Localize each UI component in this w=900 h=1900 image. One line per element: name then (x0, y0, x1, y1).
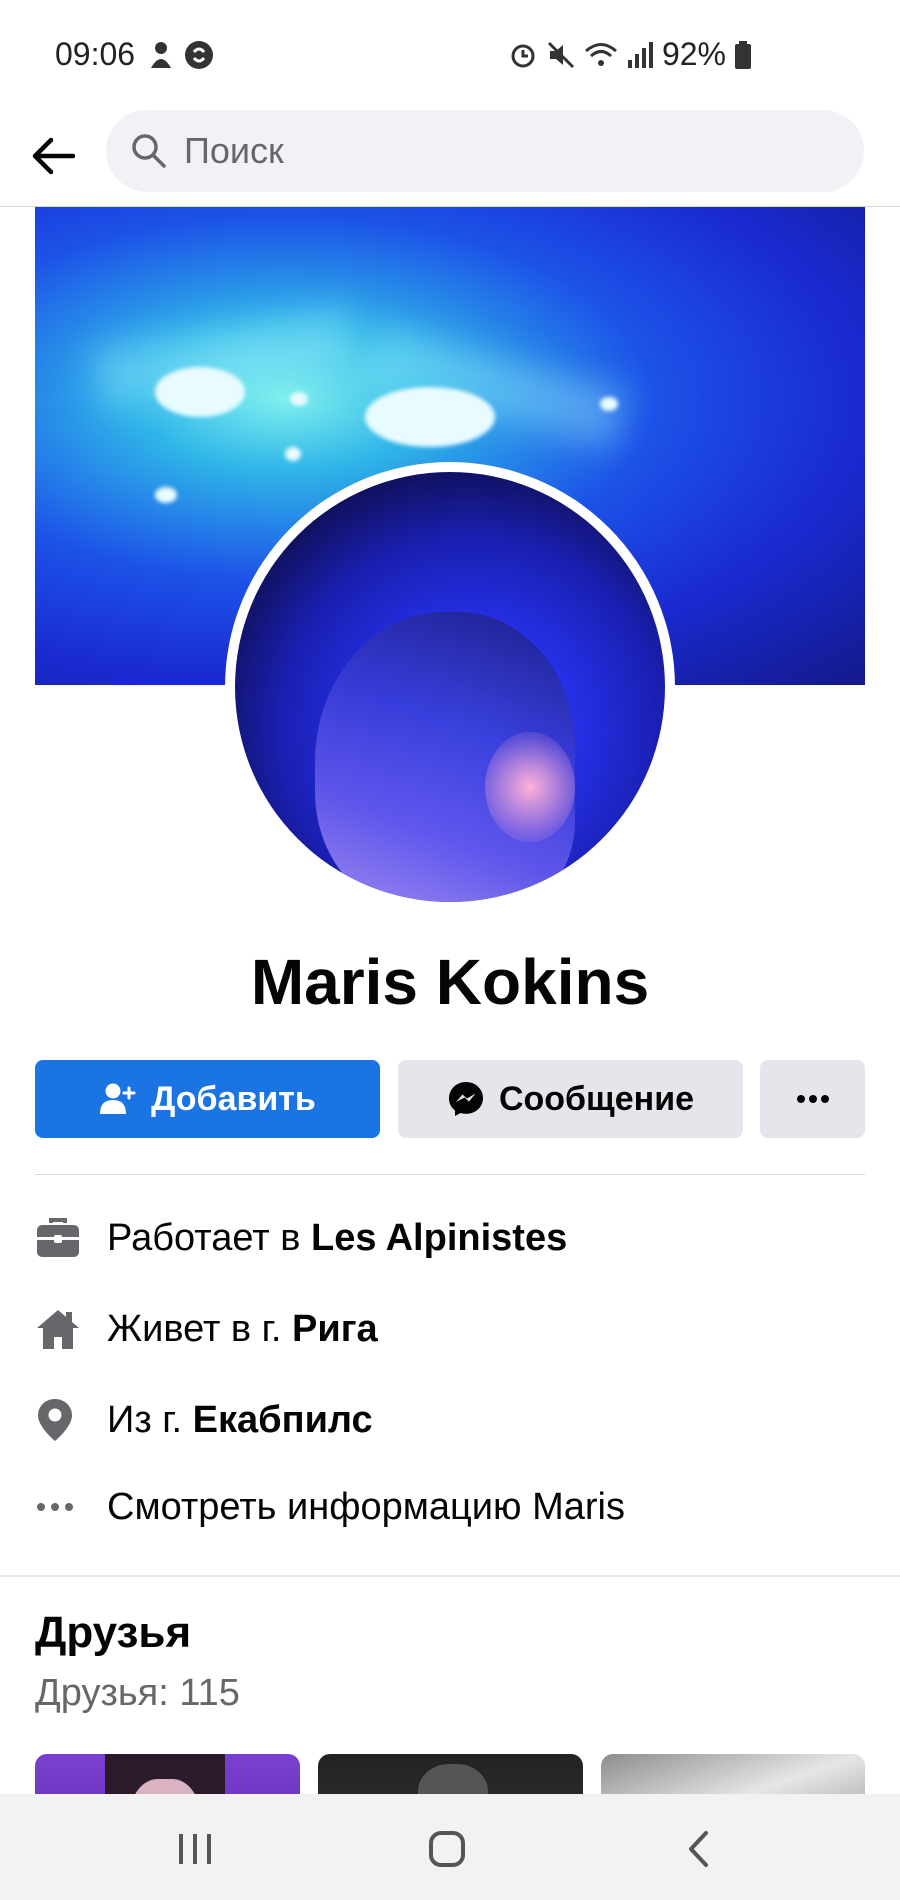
info-work[interactable]: Работает в Les Alpinistes (35, 1208, 865, 1268)
back-chevron-icon (689, 1831, 708, 1867)
info-lives-prefix: Живет в г. (107, 1307, 292, 1350)
info-from-value[interactable]: Екабпилс (193, 1399, 373, 1441)
info-lives-value[interactable]: Рига (292, 1308, 378, 1350)
recent-apps-icon (179, 1834, 211, 1864)
more-dots-icon (37, 1503, 73, 1511)
top-header (0, 106, 900, 207)
add-friend-icon (100, 1083, 136, 1114)
search-icon (132, 134, 166, 168)
friends-title[interactable]: Друзья (35, 1608, 191, 1658)
home-icon (37, 1310, 79, 1349)
divider (35, 1174, 865, 1175)
profile-name: Maris Kokins (250, 946, 650, 1018)
home-button[interactable] (417, 1824, 477, 1874)
system-nav-bar (0, 1794, 900, 1900)
status-bar: 09:06 92% (0, 0, 900, 110)
friends-count: Друзья: 115 (35, 1672, 240, 1714)
profile-avatar[interactable] (225, 462, 675, 912)
status-time: 09:06 (55, 36, 136, 72)
add-friend-label: Добавить (151, 1079, 316, 1118)
wifi-icon (584, 42, 617, 66)
back-nav-button[interactable] (668, 1824, 728, 1874)
shazam-icon (185, 41, 213, 69)
home-nav-icon (429, 1831, 465, 1867)
message-button[interactable]: Сообщение (398, 1060, 743, 1138)
status-left-icons (148, 40, 214, 70)
cover-light (365, 387, 495, 447)
back-arrow-icon (32, 137, 75, 175)
status-right: 92% (508, 36, 752, 73)
mute-icon (547, 41, 575, 68)
add-friend-button[interactable]: Добавить (35, 1060, 380, 1138)
info-see-more[interactable]: Смотреть информацию Maris (35, 1477, 865, 1537)
info-from-prefix: Из г. (107, 1398, 193, 1441)
notification-icon (151, 42, 171, 68)
back-button[interactable] (24, 128, 80, 184)
info-from[interactable]: Из г. Екабпилс (35, 1390, 865, 1450)
battery-percent: 92% (661, 36, 726, 72)
alarm-icon (511, 44, 535, 67)
section-separator (0, 1575, 900, 1577)
info-lives[interactable]: Живет в г. Рига (35, 1299, 865, 1359)
info-work-prefix: Работает в (107, 1216, 311, 1259)
briefcase-icon (37, 1218, 79, 1257)
cover-light (290, 392, 308, 406)
cover-light (285, 447, 301, 461)
cover-light (155, 367, 245, 417)
avatar-glow (485, 732, 575, 842)
location-pin-icon (38, 1399, 72, 1441)
more-dots-icon (796, 1095, 829, 1103)
search-input[interactable] (184, 110, 824, 192)
info-work-value[interactable]: Les Alpinistes (311, 1217, 567, 1259)
cover-light (600, 397, 618, 411)
cover-light (155, 487, 177, 503)
more-options-button[interactable] (760, 1060, 865, 1138)
messenger-icon (448, 1082, 483, 1116)
message-label: Сообщение (498, 1079, 695, 1118)
signal-icon (627, 41, 653, 68)
search-bar[interactable] (106, 110, 864, 192)
avatar-photo (235, 472, 665, 902)
battery-icon (735, 40, 751, 69)
recent-apps-button[interactable] (165, 1824, 225, 1874)
info-see-more-label: Смотреть информацию Maris (107, 1485, 625, 1528)
